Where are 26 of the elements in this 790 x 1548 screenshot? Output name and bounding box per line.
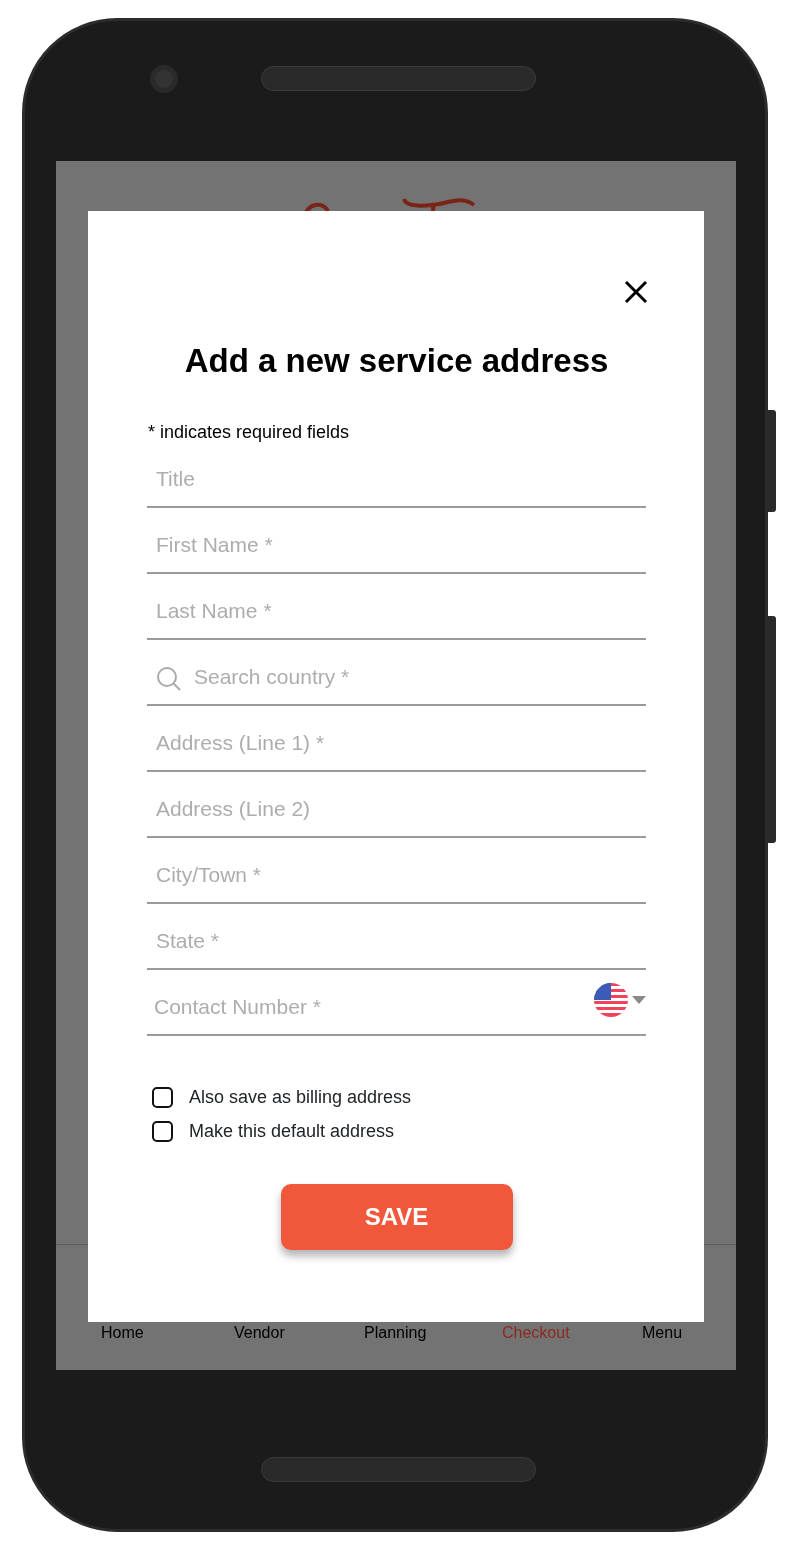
input-field[interactable]: Address (Line 1) * xyxy=(156,727,646,759)
input-field[interactable]: Address (Line 2) xyxy=(156,793,646,825)
nav-tab[interactable]: Home xyxy=(101,1321,144,1345)
input-field[interactable]: Title xyxy=(156,463,646,495)
required-note: * indicates required fields xyxy=(148,422,351,441)
input-field[interactable]: Last Name * xyxy=(156,595,646,627)
checkbox[interactable] xyxy=(152,1087,173,1109)
caret-icon xyxy=(632,995,646,1004)
nav-tab[interactable]: Vendor xyxy=(234,1321,285,1345)
search-field[interactable]: Search country * xyxy=(194,661,646,693)
camera-icon xyxy=(150,65,178,93)
dialog-title: Add a new service address xyxy=(183,341,610,381)
checkbox-label: Also save as billing address xyxy=(189,1086,412,1110)
country-picker[interactable] xyxy=(594,982,646,1017)
input-field[interactable]: State * xyxy=(156,925,646,957)
flag-icon xyxy=(594,982,628,1017)
save-button[interactable]: SAVE xyxy=(280,1183,513,1250)
input-field[interactable]: City/Town * xyxy=(156,859,646,891)
search-icon xyxy=(156,665,182,692)
checkbox-label: Make this default address xyxy=(189,1120,395,1144)
phone-field[interactable]: Contact Number * xyxy=(154,991,582,1023)
nav-tab[interactable]: Menu xyxy=(642,1321,683,1345)
input-field[interactable]: First Name * xyxy=(156,529,646,561)
nav-tab[interactable]: Planning xyxy=(364,1321,427,1345)
close-icon[interactable] xyxy=(624,279,648,303)
checkbox[interactable] xyxy=(152,1121,173,1143)
